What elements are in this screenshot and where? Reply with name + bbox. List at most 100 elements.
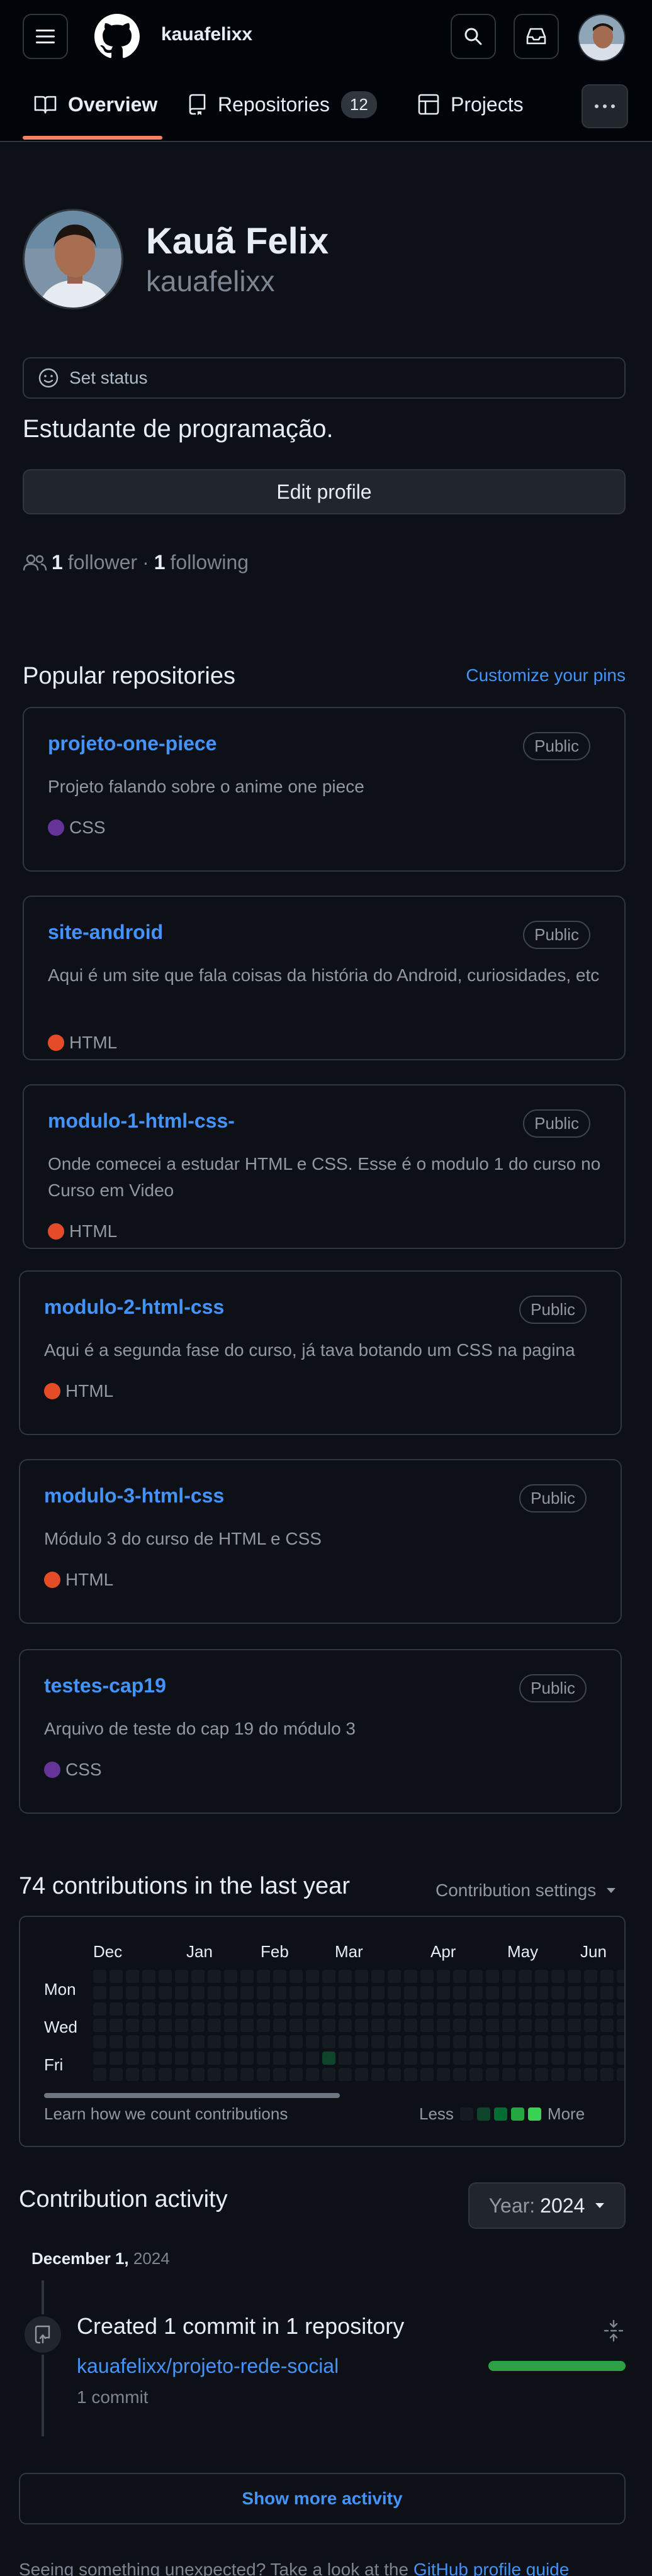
contribution-day[interactable] — [519, 2068, 532, 2081]
contribution-day[interactable] — [322, 2002, 335, 2016]
contribution-day[interactable] — [420, 2002, 434, 2016]
contribution-day[interactable] — [224, 2019, 237, 2032]
activity-event-title[interactable]: Created 1 commit in 1 repository — [77, 2313, 404, 2340]
contribution-day[interactable] — [93, 2068, 106, 2081]
contribution-day[interactable] — [93, 2019, 106, 2032]
contribution-day[interactable] — [469, 1986, 483, 1999]
contribution-day[interactable] — [420, 1986, 434, 1999]
contribution-day[interactable] — [355, 2051, 368, 2065]
contribution-day[interactable] — [191, 1970, 205, 1983]
contribution-day[interactable] — [142, 1986, 155, 1999]
contribution-day[interactable] — [110, 2035, 123, 2048]
contribution-day[interactable] — [240, 2051, 254, 2065]
contribution-day[interactable] — [600, 2019, 614, 2032]
contribution-day[interactable] — [535, 1986, 548, 1999]
contribution-day[interactable] — [502, 2002, 515, 2016]
contribution-day[interactable] — [502, 2035, 515, 2048]
contribution-day[interactable] — [551, 2051, 565, 2065]
contribution-day[interactable] — [142, 1970, 155, 1983]
tab-overview[interactable]: Overview — [34, 88, 157, 121]
contribution-day[interactable] — [404, 2019, 417, 2032]
contribution-day[interactable] — [93, 2051, 106, 2065]
contribution-day[interactable] — [617, 1986, 624, 1999]
contribution-day[interactable] — [93, 1986, 106, 1999]
contribution-day[interactable] — [519, 2002, 532, 2016]
contribution-day[interactable] — [322, 2035, 335, 2048]
contribution-day[interactable] — [371, 1986, 385, 1999]
contribution-day[interactable] — [535, 1970, 548, 1983]
contribution-day[interactable] — [551, 2035, 565, 2048]
contribution-day[interactable] — [273, 2051, 286, 2065]
contribution-day[interactable] — [126, 2002, 139, 2016]
contribution-day[interactable] — [224, 1986, 237, 1999]
contribution-day[interactable] — [502, 2068, 515, 2081]
contribution-day[interactable] — [437, 1970, 450, 1983]
contribution-day[interactable] — [600, 2068, 614, 2081]
contribution-day[interactable] — [584, 1986, 597, 1999]
contribution-day[interactable] — [224, 2002, 237, 2016]
github-logo-icon[interactable] — [94, 14, 140, 59]
contribution-day[interactable] — [306, 2068, 319, 2081]
contribution-day[interactable] — [191, 2051, 205, 2065]
contribution-day[interactable] — [289, 2019, 303, 2032]
contribution-day[interactable] — [355, 2035, 368, 2048]
contribution-day[interactable] — [289, 1970, 303, 1983]
contribution-day[interactable] — [339, 1986, 352, 1999]
contribution-day[interactable] — [159, 2019, 172, 2032]
contribution-day[interactable] — [240, 1970, 254, 1983]
menu-button[interactable] — [23, 14, 68, 59]
contribution-day[interactable] — [535, 2035, 548, 2048]
contribution-day[interactable] — [437, 2068, 450, 2081]
contribution-day[interactable] — [519, 2035, 532, 2048]
contribution-day[interactable] — [469, 2002, 483, 2016]
contribution-day[interactable] — [289, 2051, 303, 2065]
contribution-day[interactable] — [142, 2068, 155, 2081]
contribution-day[interactable] — [502, 1970, 515, 1983]
tab-repositories[interactable]: Repositories 12 — [188, 88, 377, 121]
contribution-day[interactable] — [420, 2035, 434, 2048]
contribution-day[interactable] — [600, 1986, 614, 1999]
contribution-day[interactable] — [257, 2068, 270, 2081]
contribution-day[interactable] — [420, 2068, 434, 2081]
contribution-day[interactable] — [93, 1970, 106, 1983]
contribution-day[interactable] — [355, 2019, 368, 2032]
contribution-day[interactable] — [257, 2051, 270, 2065]
contribution-day[interactable] — [273, 1970, 286, 1983]
contribution-day[interactable] — [600, 2035, 614, 2048]
contribution-day[interactable] — [273, 1986, 286, 1999]
contribution-day[interactable] — [322, 2068, 335, 2081]
contribution-day[interactable] — [388, 2051, 401, 2065]
contribution-day[interactable] — [289, 2035, 303, 2048]
contribution-day[interactable] — [208, 2051, 221, 2065]
contribution-day[interactable] — [519, 1970, 532, 1983]
contribution-day[interactable] — [568, 2068, 581, 2081]
contribution-day[interactable] — [191, 2035, 205, 2048]
repo-name-link[interactable]: site-android — [48, 921, 163, 944]
contribution-day[interactable] — [453, 2002, 466, 2016]
contribution-day[interactable] — [355, 2002, 368, 2016]
contribution-day[interactable] — [175, 2019, 188, 2032]
contribution-day[interactable] — [486, 2019, 499, 2032]
contribution-day[interactable] — [519, 1986, 532, 1999]
contribution-day[interactable] — [519, 2051, 532, 2065]
inbox-button[interactable] — [514, 14, 559, 59]
contribution-day[interactable] — [208, 1986, 221, 1999]
contribution-day[interactable] — [240, 1986, 254, 1999]
contribution-day[interactable] — [126, 1986, 139, 1999]
contribution-day[interactable] — [339, 2068, 352, 2081]
contribution-day[interactable] — [551, 1970, 565, 1983]
contribution-day[interactable] — [568, 1970, 581, 1983]
learn-contributions-link[interactable]: Learn how we count contributions — [44, 2104, 288, 2124]
contribution-day[interactable] — [273, 2035, 286, 2048]
contribution-day[interactable] — [551, 2019, 565, 2032]
contribution-day[interactable] — [322, 1970, 335, 1983]
contribution-day[interactable] — [404, 2051, 417, 2065]
repo-name-link[interactable]: modulo-2-html-css — [44, 1296, 224, 1319]
contribution-day[interactable] — [437, 1986, 450, 1999]
contribution-day[interactable] — [568, 2051, 581, 2065]
contribution-day[interactable] — [404, 1970, 417, 1983]
contribution-day[interactable] — [584, 2035, 597, 2048]
activity-repo-link[interactable]: kauafelixx/projeto-rede-social — [77, 2355, 339, 2378]
contribution-day[interactable] — [535, 2068, 548, 2081]
calendar-scrollbar[interactable] — [44, 2093, 340, 2098]
